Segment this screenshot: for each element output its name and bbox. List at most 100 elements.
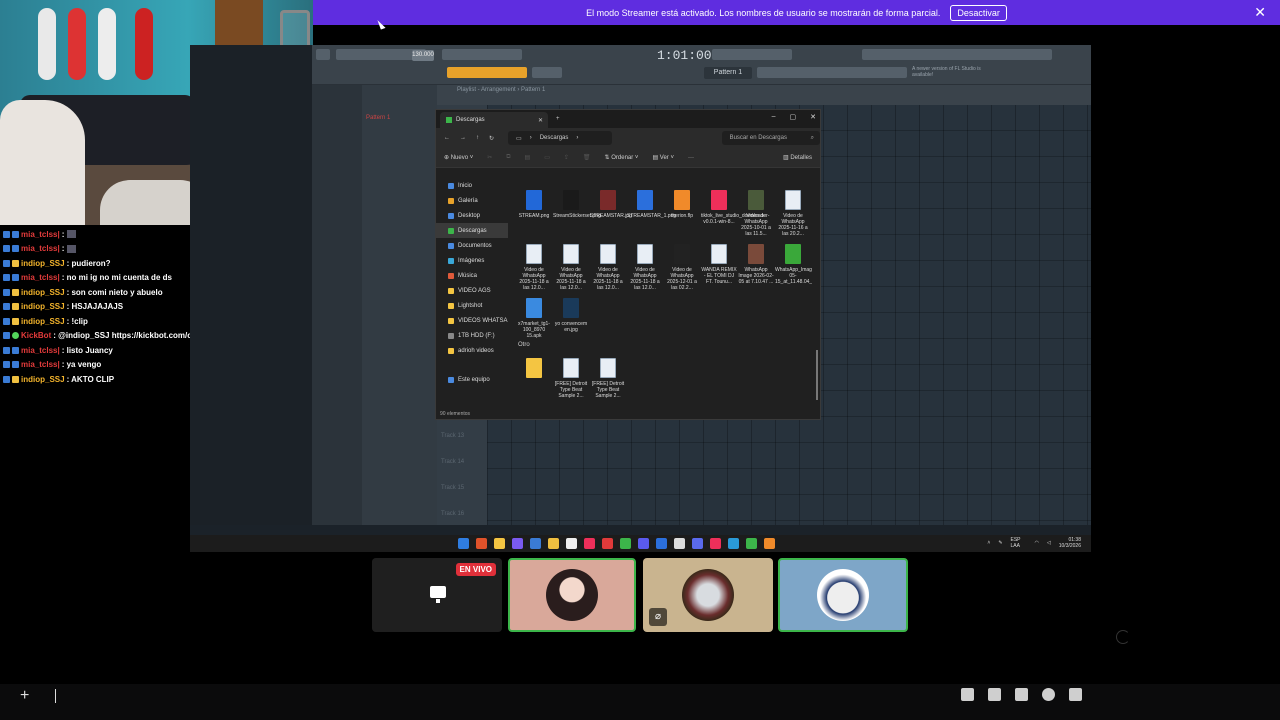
rename-icon[interactable]: ▭ (544, 154, 550, 161)
gift-icon[interactable] (961, 688, 974, 701)
taskbar-app-icon[interactable] (638, 538, 649, 549)
forward-icon[interactable]: → (460, 135, 466, 141)
taskbar-app-icon[interactable] (728, 538, 739, 549)
chat-username[interactable]: mia_tclss| (21, 273, 60, 282)
taskbar-app-icon[interactable] (746, 538, 757, 549)
file-item[interactable]: [FREE] Detroit Type Beat Sample 2... (553, 358, 589, 399)
language-indicator[interactable]: ESP LAA (1011, 537, 1027, 549)
address-bar[interactable]: ▭ › Descargas › (508, 131, 612, 145)
file-item[interactable]: tiktok_live_studio_downloader-v0.0.1-win… (701, 190, 769, 225)
fl-pattern-select[interactable]: Pattern 1 (704, 67, 752, 79)
group-label[interactable]: Otro (518, 342, 530, 348)
chat-username[interactable]: indiop_SSJ (21, 259, 65, 268)
taskbar-app-icon[interactable] (584, 538, 595, 549)
participant-tile[interactable]: ⌀ (643, 558, 773, 632)
sidebar-item[interactable]: Lightshot (436, 298, 508, 313)
sidebar-item[interactable]: Desktop (436, 208, 508, 223)
fl-view-buttons[interactable] (757, 67, 907, 78)
file-item[interactable] (516, 358, 552, 381)
details-button[interactable]: ▥ Detalles (783, 154, 812, 161)
chat-username[interactable]: indiop_SSJ (21, 375, 65, 384)
file-item[interactable]: STREAMSTAR_1.png (627, 190, 676, 219)
sidebar-item[interactable]: Música (436, 268, 508, 283)
cut-icon[interactable]: ✂ (487, 154, 492, 161)
fl-tempo[interactable]: 130.000 (412, 50, 434, 61)
sidebar-item[interactable]: Inicio (436, 178, 508, 193)
track-label[interactable]: Track 15 (441, 485, 464, 491)
delete-icon[interactable]: 🗑 (583, 154, 591, 161)
taskbar-app-icon[interactable] (674, 538, 685, 549)
sidebar-item[interactable]: Descargas (436, 223, 508, 238)
chat-username[interactable]: KickBot (21, 331, 51, 340)
file-item[interactable]: yo convencem en.jpg (553, 298, 589, 333)
file-item[interactable]: Video de WhatsApp 2025-10-01 a las 11.5.… (738, 190, 774, 237)
explorer-tab[interactable]: Descargas ✕ (440, 112, 548, 128)
pattern-item[interactable]: Pattern 1 (366, 115, 390, 121)
fl-snap-tools[interactable] (447, 67, 527, 78)
file-item[interactable]: WANDA REMIX - EL TOMI DJ FT. Tounu... (701, 244, 737, 285)
taskbar-app-icon[interactable] (656, 538, 667, 549)
sidebar-item[interactable]: Galería (436, 193, 508, 208)
wifi-icon[interactable]: ◠ (1035, 540, 1039, 546)
chevron-up-icon[interactable]: ˄ (987, 540, 990, 546)
file-item[interactable]: therion.flp (664, 190, 700, 219)
file-item[interactable]: [FREE] Detroit Type Beat Sample 2... (590, 358, 626, 399)
taskbar-app-icon[interactable] (764, 538, 775, 549)
sort-button[interactable]: ⇅ Ordenar ˅ (605, 154, 639, 161)
file-item[interactable]: WhatsApp_Image_2025-05-15_at_11.48.04_..… (775, 244, 812, 285)
stream-tile[interactable]: EN VIVO (372, 558, 502, 632)
new-button[interactable]: ⊕ Nuevo ˅ (444, 154, 473, 161)
message-input[interactable] (55, 689, 56, 703)
taskbar-app-icon[interactable] (494, 538, 505, 549)
sticker-icon[interactable] (1015, 688, 1028, 701)
participant-tile[interactable] (778, 558, 908, 632)
taskbar-app-icon[interactable] (566, 538, 577, 549)
sidebar-item[interactable]: VIDEOS WHATSA (436, 313, 508, 328)
chat-username[interactable]: indiop_SSJ (21, 302, 65, 311)
new-tab-icon[interactable]: + (556, 116, 560, 122)
participant-tile[interactable] (508, 558, 636, 632)
minimize-icon[interactable]: – (772, 113, 776, 121)
file-item[interactable]: StreamStickerset.png (553, 190, 601, 219)
chat-username[interactable]: indiop_SSJ (21, 317, 65, 326)
add-icon[interactable]: + (20, 687, 29, 705)
taskbar-app-icon[interactable] (458, 538, 469, 549)
search-input[interactable]: Buscar en Descargas ⌕ (721, 131, 820, 145)
sidebar-item[interactable]: 1TB HDD (F:) (436, 328, 508, 343)
file-item[interactable]: Video de WhatsApp 2025-11-18 a las 12.0.… (516, 244, 552, 291)
taskbar-app-icon[interactable] (548, 538, 559, 549)
file-item[interactable]: Video de WhatsApp 2025-11-18 a las 12.0.… (627, 244, 663, 291)
taskbar-app-icon[interactable] (692, 538, 703, 549)
maximize-icon[interactable]: ▢ (790, 113, 797, 121)
track-label[interactable]: Track 13 (441, 433, 464, 439)
fl-menu-button[interactable] (316, 49, 330, 60)
chat-username[interactable]: mia_tclss| (21, 230, 60, 239)
taskbar-app-icon[interactable] (710, 538, 721, 549)
sidebar-item[interactable]: Imágenes (436, 253, 508, 268)
taskbar-app-icon[interactable] (620, 538, 631, 549)
track-label[interactable]: Track 16 (441, 511, 464, 517)
deactivate-button[interactable]: Desactivar (950, 4, 1007, 21)
file-item[interactable]: Video de WhatsApp 2025-11-18 a las 12.0.… (553, 244, 589, 291)
paste-icon[interactable]: ▤ (525, 154, 531, 161)
view-button[interactable]: ▤ Ver ˅ (652, 154, 674, 161)
sidebar-item[interactable]: adrioh videos (436, 343, 508, 358)
fl-tools[interactable] (442, 49, 522, 60)
scrollbar[interactable] (816, 350, 818, 400)
close-tab-icon[interactable]: ✕ (538, 117, 543, 124)
chat-username[interactable]: mia_tclss| (21, 244, 60, 253)
taskbar-clock[interactable]: 01:38 10/3/2026 (1059, 537, 1081, 549)
taskbar-app-icon[interactable] (602, 538, 613, 549)
fl-window-buttons[interactable] (862, 49, 1052, 60)
chat-username[interactable]: indiop_SSJ (21, 288, 65, 297)
refresh-icon[interactable]: ↻ (489, 135, 494, 142)
share-icon[interactable]: ⇪ (564, 154, 569, 161)
gif-icon[interactable] (988, 688, 1001, 701)
chat-username[interactable]: mia_tclss| (21, 360, 60, 369)
volume-icon[interactable]: ◁ (1047, 540, 1051, 546)
fl-snap-select[interactable] (532, 67, 562, 78)
close-icon[interactable]: ✕ (1254, 5, 1266, 19)
sidebar-item[interactable]: Documentos (436, 238, 508, 253)
file-item[interactable]: Video de WhatsApp 2025-11-18 a las 12.0.… (590, 244, 626, 291)
file-item[interactable]: Video de WhatsApp 2025-12-01 a las 02.2.… (664, 244, 700, 291)
